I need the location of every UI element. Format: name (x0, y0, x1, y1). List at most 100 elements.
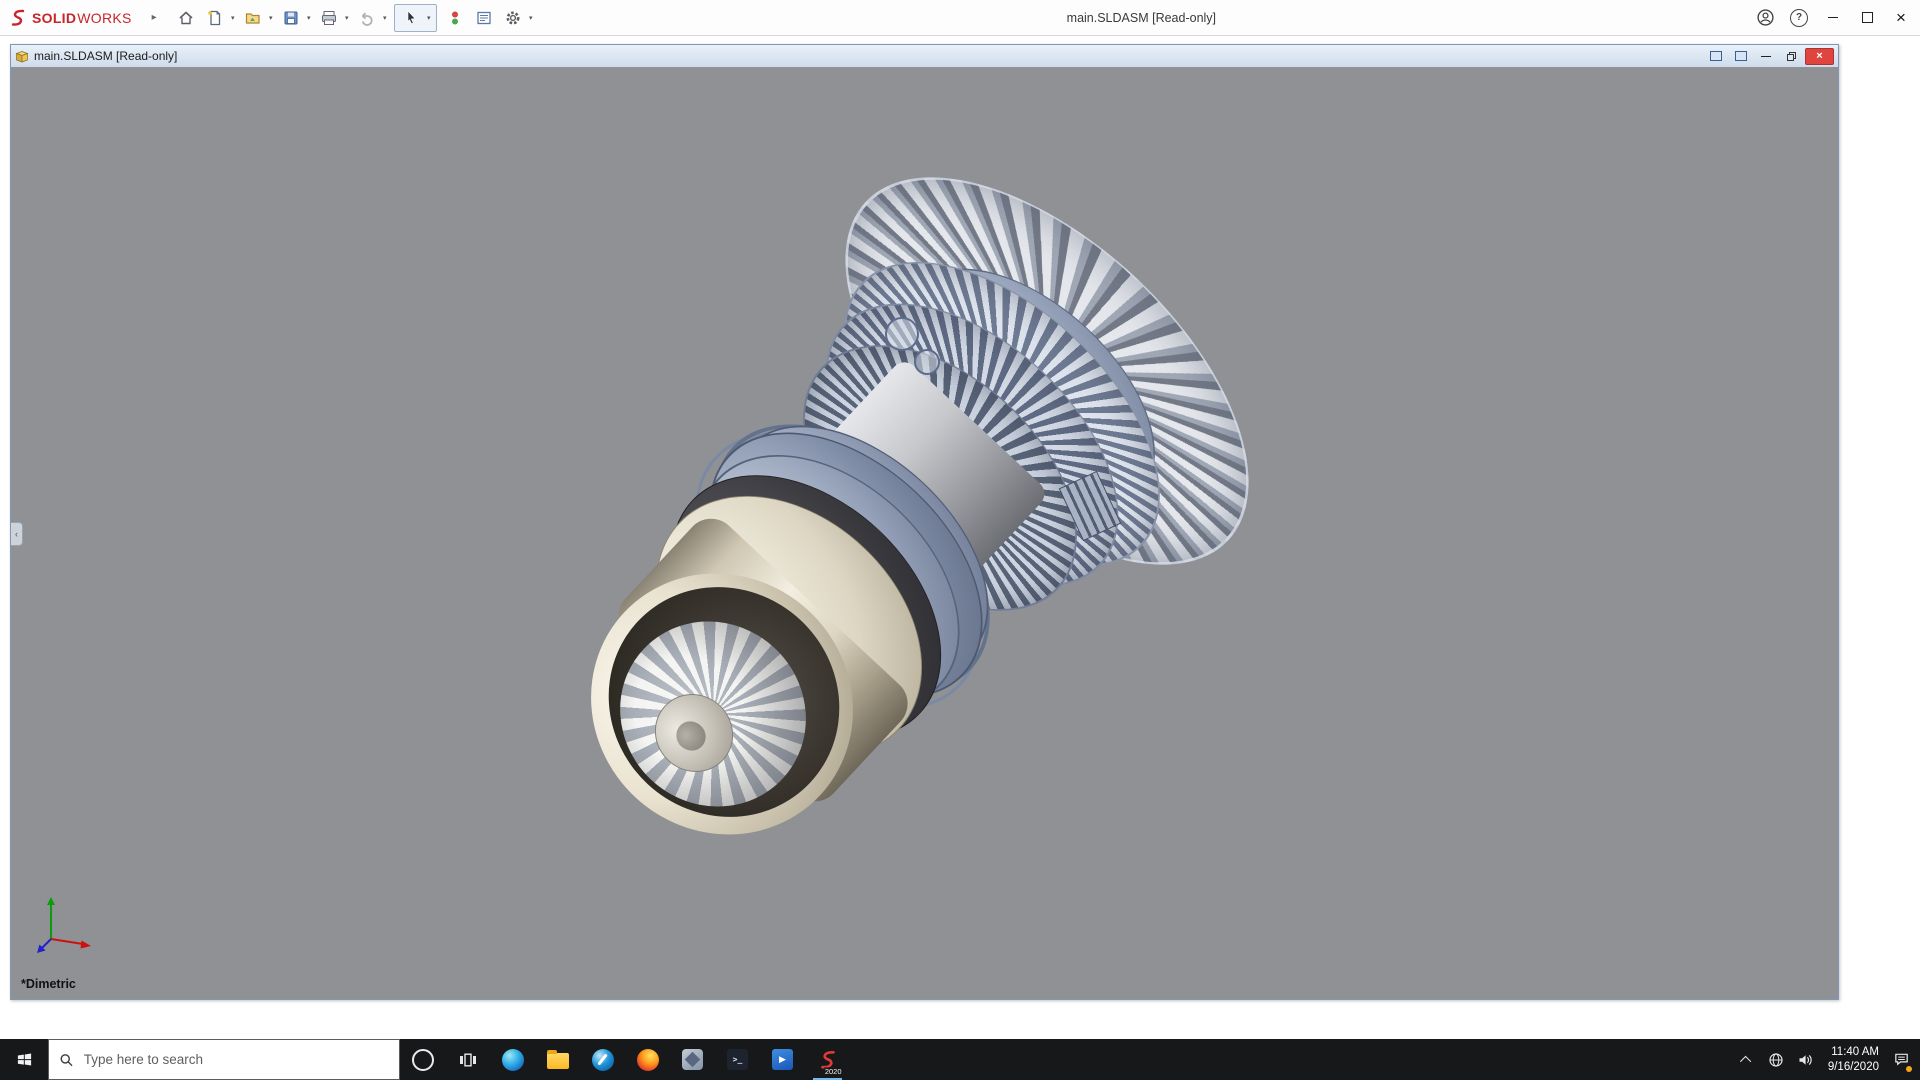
select-tool-caret[interactable]: ▾ (425, 14, 433, 22)
package-app-icon (682, 1049, 703, 1070)
new-document-button[interactable] (202, 5, 228, 31)
undo-button[interactable] (354, 5, 380, 31)
document-title: main.SLDASM [Read-only] (34, 49, 177, 63)
orientation-triad (33, 893, 97, 957)
app-titlebar: SOLID WORKS ▸ ▾ (0, 0, 1920, 36)
action-center-button[interactable] (1887, 1039, 1916, 1080)
save-icon (282, 9, 300, 27)
options-caret[interactable]: ▾ (527, 14, 535, 22)
volume-button[interactable] (1791, 1039, 1820, 1080)
brand-text-solid: SOLID (32, 10, 76, 26)
doc-window-arrange-button-1[interactable] (1705, 48, 1727, 64)
solidworks-logo-icon (8, 8, 28, 28)
task-view-button[interactable] (445, 1039, 490, 1080)
tray-expand-button[interactable] (1733, 1039, 1762, 1080)
windows-logo-icon (16, 1051, 33, 1068)
firefox-icon (637, 1049, 659, 1071)
maximize-icon (1862, 12, 1873, 23)
system-tray: 11:40 AM 9/16/2020 (1733, 1039, 1920, 1080)
taskbar: >_ ▶ 2020 (0, 1039, 1920, 1080)
print-button[interactable] (316, 5, 342, 31)
home-button[interactable] (173, 5, 199, 31)
doc-minimize-button[interactable] (1755, 48, 1777, 64)
help-button[interactable]: ? (1782, 0, 1816, 35)
maximize-button[interactable] (1850, 0, 1884, 35)
minimize-button[interactable] (1816, 0, 1850, 35)
search-input[interactable] (82, 1051, 389, 1068)
stoplight-button[interactable] (442, 5, 468, 31)
assembly-cube-icon (15, 50, 29, 63)
file-explorer-button[interactable] (535, 1039, 580, 1080)
cortana-button[interactable] (400, 1039, 445, 1080)
window-arrange-icon (1710, 51, 1722, 61)
firefox-button[interactable] (625, 1039, 670, 1080)
close-icon: × (1896, 9, 1906, 26)
compass-app-icon (592, 1049, 614, 1071)
doc-restore-icon (1787, 52, 1796, 61)
solidworks-taskbar-button[interactable]: 2020 (805, 1039, 850, 1080)
help-icon: ? (1790, 9, 1808, 27)
close-button[interactable]: × (1884, 0, 1918, 35)
select-tool-group: ▾ (394, 4, 437, 32)
clock-time: 11:40 AM (1828, 1045, 1879, 1060)
browser-blue-button[interactable] (580, 1039, 625, 1080)
doc-close-button[interactable]: × (1805, 48, 1834, 65)
speaker-icon (1797, 1052, 1813, 1068)
file-explorer-icon (547, 1053, 569, 1069)
cortana-icon (412, 1049, 434, 1071)
edge-button[interactable] (490, 1039, 535, 1080)
account-button[interactable] (1748, 0, 1782, 35)
clock-date: 9/16/2020 (1828, 1060, 1879, 1075)
new-document-caret[interactable]: ▾ (229, 14, 237, 22)
terminal-icon: >_ (727, 1049, 748, 1070)
taskbar-clock[interactable]: 11:40 AM 9/16/2020 (1820, 1045, 1887, 1075)
chevron-up-icon (1740, 1055, 1751, 1066)
open-button[interactable] (240, 5, 266, 31)
terminal-button[interactable]: >_ (715, 1039, 760, 1080)
network-button[interactable] (1762, 1039, 1791, 1080)
feature-panel-collapse-tab[interactable]: ‹ (11, 522, 23, 546)
open-icon (244, 9, 262, 27)
quick-access-toolbar: ▾ ▾ ▾ (173, 4, 535, 32)
view-orientation-label: *Dimetric (21, 977, 76, 991)
notification-badge (1906, 1066, 1912, 1072)
open-caret[interactable]: ▾ (267, 14, 275, 22)
doc-minimize-icon (1761, 56, 1771, 57)
new-document-icon (206, 9, 224, 27)
taskbar-app-icons: >_ ▶ 2020 (400, 1039, 850, 1080)
toolbar-expand-arrow[interactable]: ▸ (146, 11, 163, 24)
print-icon (320, 9, 338, 27)
save-button[interactable] (278, 5, 304, 31)
network-globe-icon (1768, 1052, 1784, 1068)
app-title: main.SLDASM [Read-only] (535, 11, 1748, 25)
doc-restore-button[interactable] (1780, 48, 1802, 64)
home-icon (177, 9, 195, 27)
solidworks-app-window: SOLID WORKS ▸ ▾ (0, 0, 1920, 1080)
start-button[interactable] (0, 1039, 48, 1080)
viewport-3d[interactable]: *Dimetric ‹ (11, 67, 1838, 999)
account-icon (1756, 8, 1775, 27)
taskbar-search-box[interactable] (48, 1039, 400, 1080)
solidworks-icon: 2020 (814, 1046, 842, 1074)
brand-text-works: WORKS (77, 10, 131, 26)
undo-caret[interactable]: ▾ (381, 14, 389, 22)
solidworks-logo: SOLID WORKS (8, 8, 132, 28)
save-caret[interactable]: ▾ (305, 14, 313, 22)
edge-icon (502, 1049, 524, 1071)
solidworks-year-badge: 2020 (824, 1067, 843, 1076)
task-view-icon (459, 1052, 477, 1068)
doc-window-arrange-button-2[interactable] (1730, 48, 1752, 64)
document-titlebar[interactable]: main.SLDASM [Read-only] × (11, 45, 1838, 68)
print-caret[interactable]: ▾ (343, 14, 351, 22)
select-cursor-icon (402, 9, 420, 27)
app-window-controls: ? × (1748, 0, 1918, 35)
engine-assembly-model[interactable] (11, 67, 1838, 999)
package-app-button[interactable] (670, 1039, 715, 1080)
options-button[interactable] (500, 5, 526, 31)
select-tool-button[interactable] (398, 5, 424, 31)
minimize-icon (1828, 17, 1838, 18)
undo-icon (358, 9, 376, 27)
video-app-button[interactable]: ▶ (760, 1039, 805, 1080)
document-window: main.SLDASM [Read-only] × (10, 44, 1839, 1000)
task-pane-button[interactable] (471, 5, 497, 31)
